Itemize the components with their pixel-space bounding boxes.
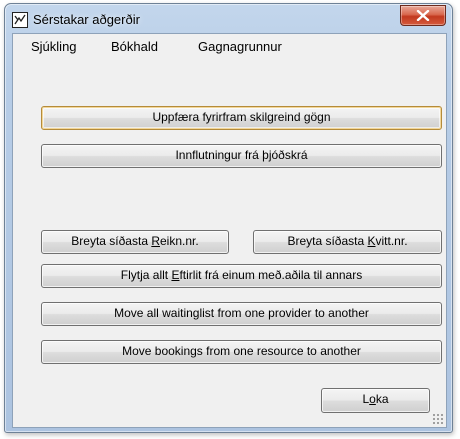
menu-bar: Sjúkling Bókhald Gagnagrunnur [13, 34, 446, 58]
window-title: Sérstakar aðgerðir [33, 12, 140, 27]
button-accelerator: R [151, 234, 160, 248]
close-icon [416, 10, 430, 21]
menu-item-accounting[interactable]: Bókhald [111, 39, 158, 54]
close-dialog-button[interactable]: Loka [321, 388, 430, 413]
app-window-icon [12, 12, 28, 28]
button-label: ftirlit frá einum með.aðila til annars [179, 268, 363, 282]
move-bookings-button[interactable]: Move bookings from one resource to anoth… [41, 340, 442, 364]
button-label: Breyta síðasta [71, 234, 152, 248]
close-window-button[interactable] [400, 5, 446, 26]
dialog-client-area: Sjúkling Bókhald Gagnagrunnur Uppfæra fy… [12, 33, 447, 428]
button-accelerator: K [367, 234, 376, 248]
menu-item-database[interactable]: Gagnagrunnur [198, 39, 282, 54]
change-last-invoice-number-button[interactable]: Breyta síðasta Reikn.nr. [41, 230, 229, 254]
button-accelerator: o [369, 392, 376, 406]
update-predefined-data-button[interactable]: Uppfæra fyrirfram skilgreind gögn [41, 106, 442, 130]
button-label: eikn.nr. [160, 234, 199, 248]
button-label: ka [375, 392, 389, 406]
move-followups-button[interactable]: Flytja allt Eftirlit frá einum með.aðila… [41, 264, 442, 288]
resize-grip-icon[interactable] [432, 413, 444, 425]
dialog-window: Sérstakar aðgerðir Sjúkling Bókhald Gagn… [4, 3, 453, 433]
menu-item-patient[interactable]: Sjúkling [31, 39, 77, 54]
button-label: Breyta síðasta [287, 234, 368, 248]
title-bar[interactable]: Sérstakar aðgerðir [5, 4, 452, 34]
button-label: Flytja allt [120, 268, 172, 282]
button-label: vitt.nr. [375, 234, 408, 248]
import-national-registry-button[interactable]: Innflutningur frá þjóðskrá [41, 144, 442, 168]
move-waitinglist-button[interactable]: Move all waitinglist from one provider t… [41, 302, 442, 326]
change-last-receipt-number-button[interactable]: Breyta síðasta Kvitt.nr. [253, 230, 442, 254]
